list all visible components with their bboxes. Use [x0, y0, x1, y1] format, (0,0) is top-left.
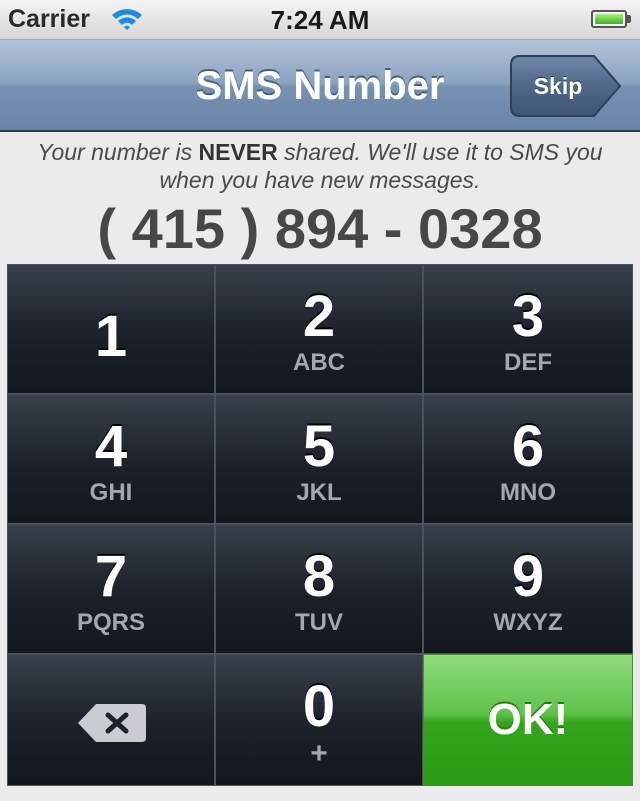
key-7[interactable]: 7 PQRS [7, 524, 215, 654]
privacy-notice: Your number is NEVER shared. We'll use i… [20, 138, 620, 194]
key-3[interactable]: 3 DEF [423, 264, 633, 394]
key-0[interactable]: 0 + [215, 654, 423, 786]
key-digit: 4 [94, 414, 128, 479]
key-letters: GHI [89, 479, 133, 506]
key-digit: 2 [302, 284, 336, 349]
ok-button-label: OK! [487, 695, 569, 744]
backspace-icon [78, 704, 146, 742]
key-digit: 9 [511, 544, 545, 609]
key-digit: 7 [94, 544, 128, 609]
key-digit: 0 [302, 674, 336, 739]
notice-emphasis: NEVER [198, 139, 278, 165]
key-8[interactable]: 8 TUV [215, 524, 423, 654]
key-letters: MNO [500, 479, 556, 506]
delete-key[interactable] [7, 654, 215, 786]
status-time: 7:24 AM [270, 5, 370, 35]
phone-number-display: ( 415 ) 894 - 0328 [97, 197, 543, 260]
key-letters: DEF [504, 349, 552, 376]
key-6[interactable]: 6 MNO [423, 394, 633, 524]
status-bar: Carrier 7:24 AM [0, 0, 640, 40]
skip-button[interactable]: Skip [510, 55, 622, 117]
key-2[interactable]: 2 ABC [215, 264, 423, 394]
navigation-bar: SMS Number Skip [0, 40, 640, 132]
key-9[interactable]: 9 WXYZ [423, 524, 633, 654]
key-digit: 5 [302, 414, 336, 479]
key-letters: WXYZ [493, 609, 563, 636]
key-letters: TUV [295, 609, 343, 636]
notice-prefix: Your number is [37, 139, 199, 165]
key-digit: 8 [302, 544, 336, 609]
key-letters: PQRS [76, 609, 145, 636]
key-digit: 3 [511, 284, 545, 349]
skip-button-label: Skip [533, 73, 583, 99]
key-digit: 1 [94, 304, 128, 369]
key-letters: JKL [296, 479, 342, 506]
ok-button[interactable]: OK! [423, 654, 633, 786]
key-digit: 6 [511, 414, 545, 479]
key-4[interactable]: 4 GHI [7, 394, 215, 524]
battery-icon [591, 10, 627, 28]
key-1[interactable]: 1 [7, 264, 215, 394]
key-plus: + [310, 737, 328, 770]
battery-tip [627, 15, 631, 23]
key-5[interactable]: 5 JKL [215, 394, 423, 524]
numeric-keypad: 1 2 ABC 3 DEF 4 GHI 5 JKL 6 MNO 7 PQRS 8… [7, 264, 633, 786]
key-letters: ABC [293, 349, 345, 376]
